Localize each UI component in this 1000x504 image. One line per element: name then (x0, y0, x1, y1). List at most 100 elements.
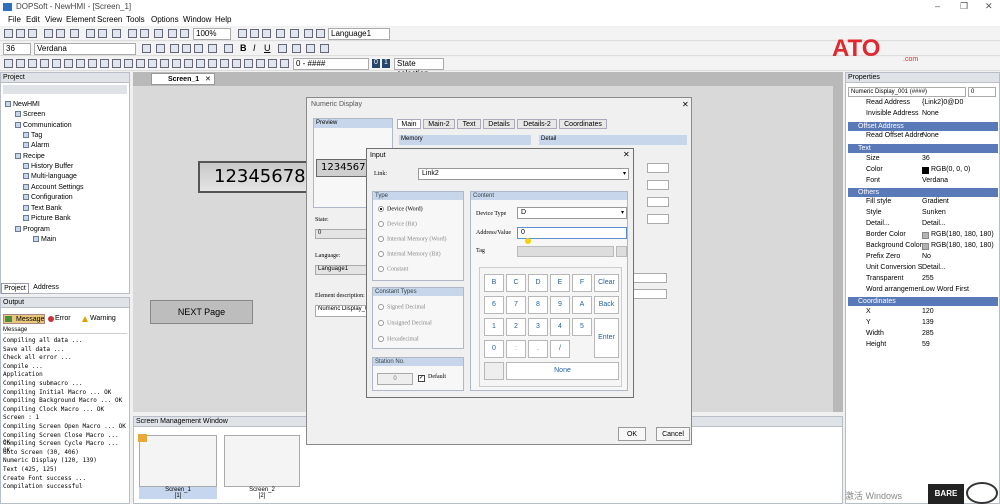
prop-read-address[interactable]: Read Address {Link2}0@D0 (848, 99, 998, 110)
menu-options[interactable]: Options (151, 15, 179, 24)
maximize-icon[interactable]: ❐ (960, 1, 968, 12)
line-color-icon[interactable] (306, 44, 315, 53)
prop-unit-conversion[interactable]: Unit Conversion S Detail... (848, 264, 998, 275)
strike-icon[interactable] (278, 44, 287, 53)
tag-select[interactable] (517, 246, 614, 257)
menu-element[interactable]: Element (66, 15, 95, 24)
meter-tool-icon[interactable] (76, 59, 85, 68)
state-zero-icon[interactable]: 0 (372, 59, 380, 68)
close-icon[interactable]: ✕ (985, 1, 993, 12)
upload-icon[interactable] (154, 29, 163, 38)
italic-icon[interactable]: I (253, 43, 256, 53)
sync-icon[interactable] (316, 29, 325, 38)
link-select[interactable]: Link2 ▾ (418, 168, 629, 180)
key-b[interactable]: B (484, 274, 504, 292)
tab-main[interactable]: Main (397, 119, 421, 129)
default-checkbox[interactable]: ✓ (418, 375, 425, 382)
numeric-tool-icon[interactable] (112, 59, 121, 68)
numeric-display-element[interactable]: 12345678 (198, 161, 310, 193)
font-name-select[interactable]: Verdana (34, 43, 136, 55)
sample-tool-icon[interactable] (184, 59, 193, 68)
prop-color[interactable]: Color RGB(0, 0, 0) (848, 166, 998, 177)
state-one-icon[interactable]: 1 (382, 59, 390, 68)
align-center-icon[interactable] (182, 44, 191, 53)
zoom-select[interactable]: 100% (193, 28, 231, 40)
redo-icon[interactable] (70, 29, 79, 38)
grid-icon[interactable] (250, 29, 259, 38)
menu-window[interactable]: Window (183, 15, 211, 24)
key-0[interactable]: 0 (484, 340, 504, 358)
save-icon[interactable] (28, 29, 37, 38)
menu-tools[interactable]: Tools (126, 15, 145, 24)
lamp-tool-icon[interactable] (100, 59, 109, 68)
valign-icon[interactable] (208, 44, 217, 53)
section-text[interactable]: Text (848, 144, 998, 153)
key-6[interactable]: 6 (484, 296, 504, 314)
tree-item-recipe[interactable]: Recipe (15, 153, 45, 160)
line-tool-icon[interactable] (4, 59, 13, 68)
download-icon[interactable] (140, 29, 149, 38)
key-e[interactable]: E (550, 274, 570, 292)
section-coordinates[interactable]: Coordinates (848, 297, 998, 306)
numeric-ok-button[interactable]: OK (618, 427, 646, 441)
rect-tool-icon[interactable] (16, 59, 25, 68)
radio-constant[interactable]: Constant (378, 266, 408, 272)
prop-x[interactable]: X 120 (848, 308, 998, 319)
circle-tool-icon[interactable] (28, 59, 37, 68)
address-value-input[interactable]: 0 (517, 227, 627, 239)
tree-item-configuration[interactable]: Configuration (23, 194, 73, 201)
key-blank[interactable] (484, 362, 504, 380)
minimize-icon[interactable]: – (935, 1, 940, 11)
tree-item-multi-language[interactable]: Multi-language (23, 173, 77, 180)
snap-icon[interactable] (262, 29, 271, 38)
state-selection[interactable]: State selection (394, 58, 444, 78)
properties-index[interactable]: 0 (968, 87, 996, 97)
radio-device-bit[interactable]: Device (Bit) (378, 221, 417, 227)
radio-device-word[interactable]: Device (Word) (378, 206, 423, 212)
multi-state-tool-icon[interactable] (268, 59, 277, 68)
bar-tool-icon[interactable] (88, 59, 97, 68)
prop-transparent[interactable]: Transparent 255 (848, 275, 998, 286)
ruler-icon[interactable] (238, 29, 247, 38)
screen-2-thumbnail[interactable] (224, 435, 300, 487)
detail-select-4[interactable] (647, 214, 669, 224)
trend-tool-icon[interactable] (208, 59, 217, 68)
text-tool-icon[interactable] (52, 59, 61, 68)
table-tool-icon[interactable] (160, 59, 169, 68)
key-c[interactable]: C (506, 274, 526, 292)
tree-item-newhmi[interactable]: NewHMI (5, 101, 40, 108)
device-type-select[interactable]: D ▾ (517, 207, 627, 219)
tag-browse-button[interactable] (616, 246, 627, 257)
underline-icon[interactable]: U (264, 43, 271, 53)
tab-text[interactable]: Text (457, 119, 481, 129)
history-tool-icon[interactable] (244, 59, 253, 68)
radio-signed-decimal[interactable]: Signed Decimal (378, 304, 426, 310)
station-stepper[interactable]: 0 (377, 373, 413, 385)
key-colon[interactable]: : (506, 340, 526, 358)
open-icon[interactable] (16, 29, 25, 38)
format-select[interactable]: 0 - #### (293, 58, 369, 70)
fill-color-icon[interactable] (292, 44, 301, 53)
date-tool-icon[interactable] (280, 59, 289, 68)
tree-item-program[interactable]: Program (15, 226, 50, 233)
menu-screen[interactable]: Screen (97, 15, 122, 24)
input-dialog-close-icon[interactable]: ✕ (623, 150, 630, 159)
key-a[interactable]: A (572, 296, 592, 314)
menu-file[interactable]: File (8, 15, 21, 24)
key-f[interactable]: F (572, 274, 592, 292)
radio-unsigned-decimal[interactable]: Unsigned Decimal (378, 320, 432, 326)
paste-icon[interactable] (98, 29, 107, 38)
element-description-field[interactable]: Numeric Display_0 (315, 305, 367, 317)
next-page-button[interactable]: NEXT Page (150, 300, 253, 324)
prop-read-offset[interactable]: Read Offset Addre None (848, 132, 998, 143)
keypad-tool-icon[interactable] (196, 59, 205, 68)
menu-edit[interactable]: Edit (26, 15, 40, 24)
key-8[interactable]: 8 (528, 296, 548, 314)
compile-icon[interactable] (128, 29, 137, 38)
key-1[interactable]: 1 (484, 318, 504, 336)
text-box-icon[interactable] (320, 44, 329, 53)
tab-address[interactable]: Address (31, 283, 61, 294)
radio-internal-word[interactable]: Internal Memory (Word) (378, 236, 447, 242)
prop-y[interactable]: Y 139 (848, 319, 998, 330)
tab-details[interactable]: Details (483, 119, 515, 129)
